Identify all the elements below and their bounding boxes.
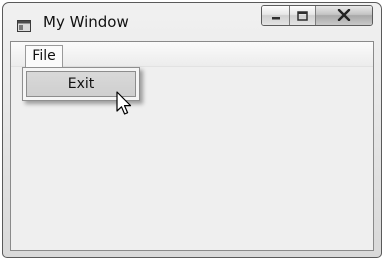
close-button[interactable] (316, 6, 372, 25)
minimize-button[interactable] (262, 6, 290, 25)
menu-file[interactable]: File (25, 45, 63, 67)
window-title: My Window (43, 13, 129, 31)
maximize-icon (297, 6, 308, 25)
minimize-icon (271, 6, 281, 25)
menu-bar: File (11, 42, 373, 67)
application-window: My Window File (2, 2, 382, 258)
caption-buttons (261, 5, 373, 26)
maximize-button[interactable] (290, 6, 316, 25)
window-app-icon[interactable] (17, 17, 31, 32)
close-icon (337, 6, 351, 25)
arrow-cursor-icon (115, 91, 135, 117)
title-bar[interactable]: My Window (3, 3, 381, 41)
